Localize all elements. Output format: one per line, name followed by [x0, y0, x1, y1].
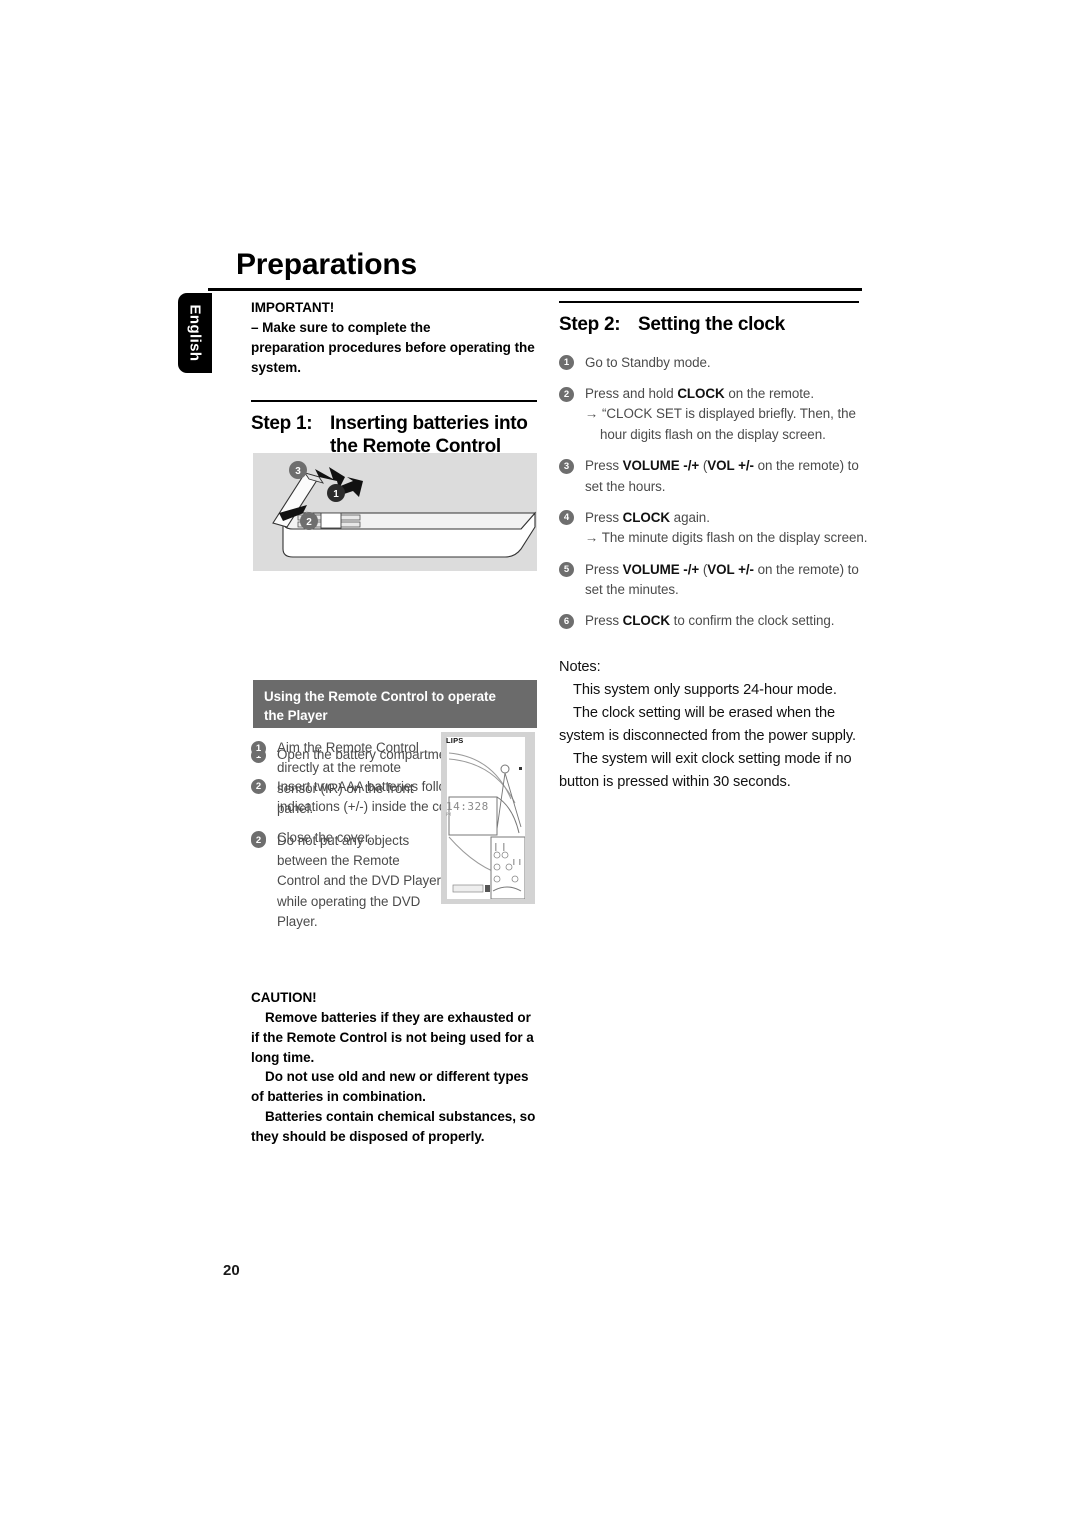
- player-illustration-svg: [448, 752, 525, 899]
- important-heading: IMPORTANT!: [251, 300, 335, 315]
- list-item: 1 Go to Standby mode.: [559, 353, 869, 373]
- list-item-keyword: VOLUME -/+: [622, 458, 700, 474]
- list-item-subnote: → “CLOCK SET is displayed briefly. Then,…: [585, 406, 856, 442]
- list-item-keyword-2: VOL +/-: [707, 458, 754, 474]
- list-item: 6 Press CLOCK to confirm the clock setti…: [559, 611, 869, 631]
- list-item-pre: Press: [585, 458, 623, 474]
- list-item-post: on the remote.: [724, 386, 814, 402]
- list-item: 2 Do not put any objects between the Rem…: [251, 831, 441, 933]
- remote-use-heading-bar: Using the Remote Control to operate the …: [253, 680, 537, 728]
- list-item-text: Go to Standby mode.: [585, 354, 711, 370]
- list-item-pre: Press: [585, 613, 623, 629]
- step2-divider: [559, 301, 859, 303]
- list-bullet: 4: [559, 510, 574, 526]
- list-item-keyword: CLOCK: [677, 386, 725, 402]
- dvd-player-figure: LIPS 14:328 PM: [441, 732, 535, 904]
- caution-paragraph: Do not use old and new or different type…: [251, 1069, 529, 1105]
- language-tab-label: English: [186, 304, 204, 362]
- remote-use-heading-line1: Using the Remote Control to operate: [264, 689, 496, 704]
- step2-label: Step 2:: [559, 313, 621, 335]
- step2-list: 1 Go to Standby mode. 2 Press and hold C…: [559, 353, 869, 632]
- list-bullet: 6: [559, 613, 574, 629]
- list-bullet: 3: [559, 458, 574, 474]
- list-item-pre: Press: [585, 509, 623, 525]
- right-column: Step 2: Setting the clock 1 Go to Standb…: [559, 298, 869, 794]
- caution-paragraph: Remove batteries if they are exhausted o…: [251, 1009, 534, 1065]
- svg-text:2: 2: [306, 517, 312, 528]
- list-bullet: 1: [251, 740, 266, 756]
- important-block: IMPORTANT! – Make sure to complete the p…: [251, 298, 537, 377]
- list-item-pre: Press: [585, 561, 623, 577]
- svg-text:1: 1: [333, 489, 339, 500]
- list-item-keyword: CLOCK: [622, 509, 671, 525]
- player-brand-label: LIPS: [446, 736, 464, 745]
- remote-use-heading-line2: the Player: [264, 708, 328, 724]
- list-item-keyword: VOLUME -/+: [622, 561, 700, 577]
- manual-page: Preparations English IMPORTANT! – Make s…: [0, 0, 1080, 1528]
- list-item-keyword-2: VOL +/-: [707, 561, 754, 577]
- player-display-readout: 14:328 PM: [446, 800, 489, 817]
- list-bullet: 5: [559, 562, 574, 578]
- list-item: 2 Press and hold CLOCK on the remote. → …: [559, 384, 869, 445]
- list-item: 1 Aim the Remote Control directly at the…: [251, 738, 441, 820]
- header-divider: [208, 288, 862, 291]
- step1-label: Step 1:: [251, 412, 313, 434]
- step1-title-line1: Inserting batteries into: [330, 412, 528, 434]
- step2-heading: Step 2: Setting the clock: [559, 313, 869, 336]
- player-display-time: 14:328: [446, 800, 489, 813]
- note-line: The system will exit clock setting mode …: [559, 750, 852, 791]
- list-item-pre: Press and hold: [585, 386, 678, 402]
- list-bullet: 2: [559, 386, 574, 402]
- notes-block: Notes: This system only supports 24-hour…: [559, 656, 869, 794]
- player-figure-canvas: [447, 737, 525, 899]
- list-item: 3 Press VOLUME -/+ (VOL +/- on the remot…: [559, 456, 869, 497]
- list-item-post: to confirm the clock setting.: [670, 613, 835, 629]
- caution-block: CAUTION! Remove batteries if they are ex…: [251, 988, 541, 1147]
- left-column: IMPORTANT! – Make sure to complete the p…: [251, 298, 537, 929]
- notes-label: Notes:: [559, 658, 601, 675]
- list-item: 4 Press CLOCK again. → The minute digits…: [559, 508, 869, 549]
- step1-heading: Step 1: Inserting batteries into the Rem…: [251, 412, 537, 458]
- list-item-keyword: CLOCK: [622, 613, 671, 629]
- remote-use-list: 1 Aim the Remote Control directly at the…: [251, 738, 441, 943]
- caution-heading: CAUTION!: [251, 990, 317, 1005]
- list-item-text: Aim the Remote Control directly at the r…: [277, 740, 419, 817]
- step1-title: Inserting batteries into the Remote Cont…: [330, 412, 537, 458]
- list-bullet: 2: [251, 833, 266, 848]
- caution-paragraph: Batteries contain chemical substances, s…: [251, 1109, 536, 1144]
- list-item-subnote: → The minute digits flash on the display…: [585, 530, 868, 546]
- step2-title: Setting the clock: [638, 313, 785, 335]
- page-title: Preparations: [236, 248, 417, 281]
- remote-battery-figure: 3 1 2: [253, 453, 537, 571]
- note-line: This system only supports 24-hour mode.: [573, 681, 837, 698]
- step1-divider: [251, 400, 537, 402]
- note-line: The clock setting will be erased when th…: [559, 704, 856, 744]
- svg-text:3: 3: [295, 466, 301, 477]
- remote-illustration-svg: 3 1 2: [272, 461, 537, 558]
- important-line-2: preparation procedures before operating: [251, 339, 511, 355]
- important-line-1: – Make sure to complete the: [251, 319, 431, 335]
- language-tab: English: [178, 293, 212, 373]
- list-item-text: Do not put any objects between the Remot…: [277, 832, 441, 930]
- list-item-post: again.: [670, 509, 710, 525]
- list-bullet: 1: [559, 355, 574, 371]
- list-item: 5 Press VOLUME -/+ (VOL +/- on the remot…: [559, 560, 869, 601]
- page-number: 20: [223, 1262, 240, 1279]
